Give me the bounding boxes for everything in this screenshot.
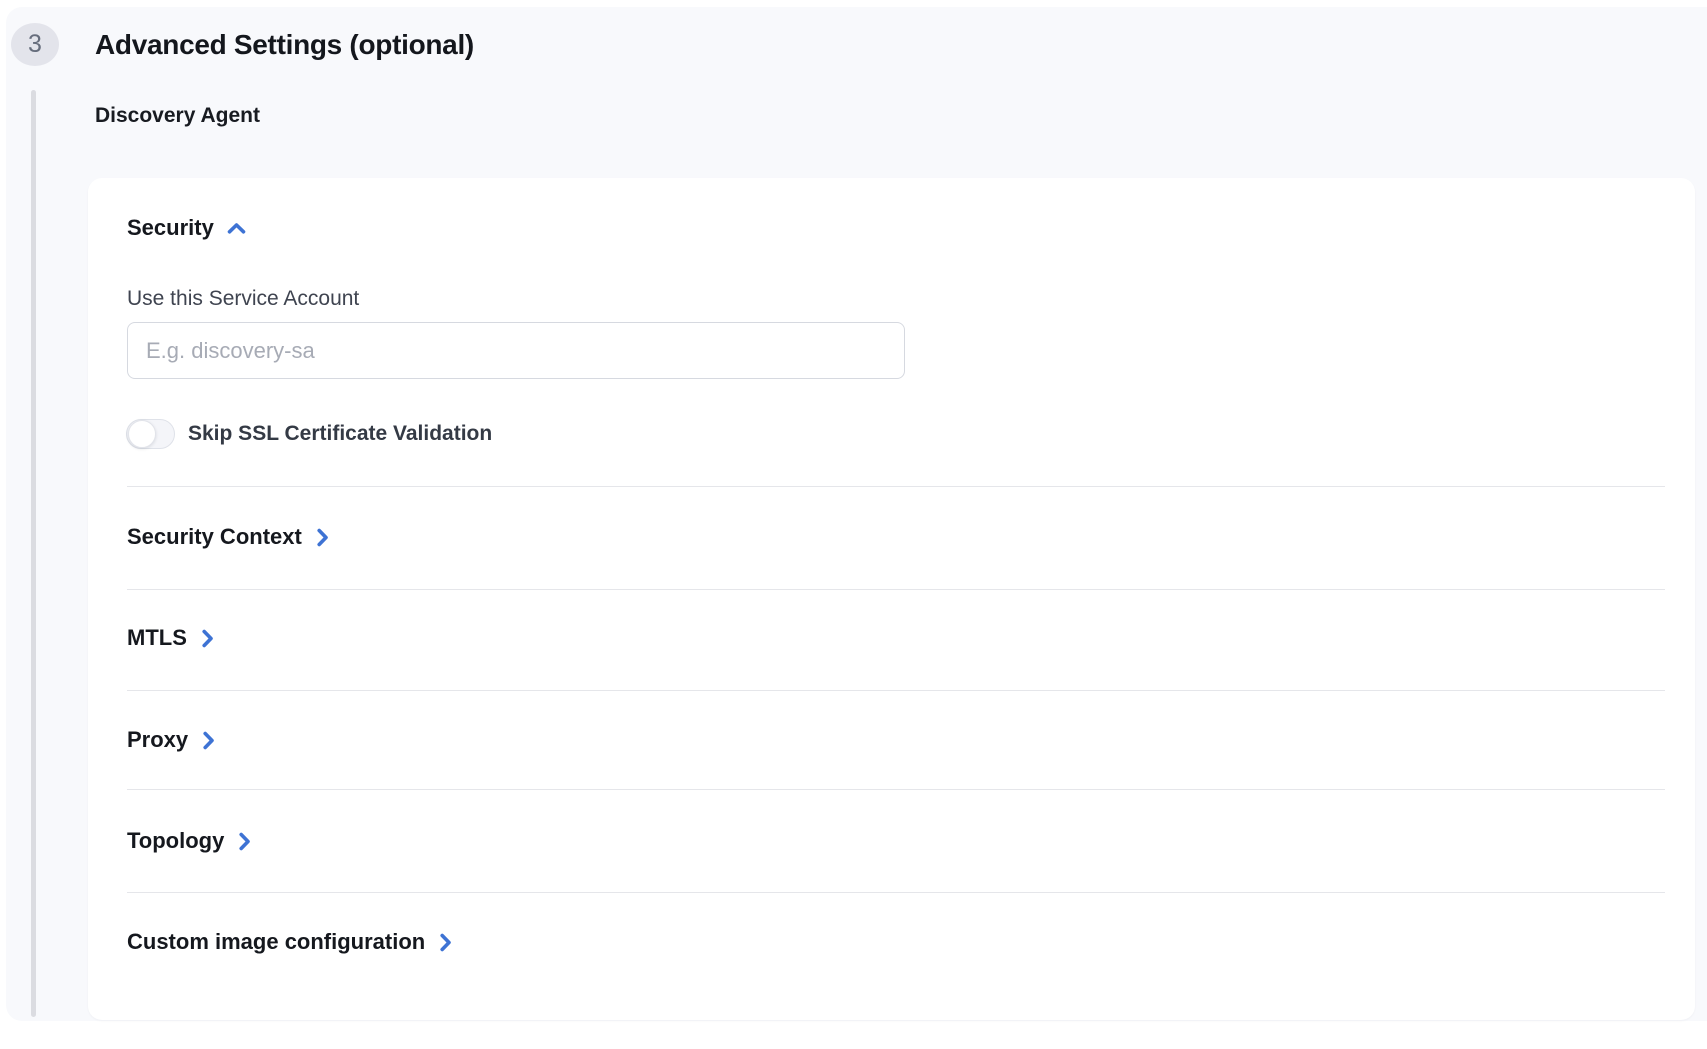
step-connector-line [31,90,36,1017]
skip-ssl-toggle[interactable] [126,419,175,449]
security-section-label: Security [127,215,214,241]
section-row-label: MTLS [127,625,187,651]
advanced-settings-step: 3 Advanced Settings (optional) Discovery… [0,0,1707,1049]
ssl-toggle-row: Skip SSL Certificate Validation [126,418,492,449]
skip-ssl-label: Skip SSL Certificate Validation [188,422,492,446]
section-subtitle: Discovery Agent [95,104,260,128]
step-number-badge: 3 [11,23,59,66]
section-row-topology[interactable]: Topology [127,826,251,856]
divider [127,589,1665,590]
section-row-mtls[interactable]: MTLS [127,623,214,653]
section-row-custom-image-configuration[interactable]: Custom image configuration [127,927,452,957]
section-row-proxy[interactable]: Proxy [127,725,215,755]
discovery-agent-card: Security Use this Service Account Skip S… [88,178,1695,1020]
section-row-security-context[interactable]: Security Context [127,522,329,552]
divider [127,486,1665,487]
service-account-label: Use this Service Account [127,287,359,311]
service-account-input[interactable] [127,322,905,379]
chevron-right-icon [316,528,329,547]
divider [127,892,1665,893]
divider [127,690,1665,691]
toggle-knob [128,420,156,448]
chevron-up-icon [227,222,246,235]
section-row-label: Proxy [127,727,188,753]
chevron-right-icon [201,629,214,648]
step-number: 3 [28,30,42,59]
chevron-right-icon [238,832,251,851]
section-row-label: Custom image configuration [127,929,425,955]
security-section-toggle[interactable]: Security [127,214,246,242]
page-title: Advanced Settings (optional) [95,29,474,61]
chevron-right-icon [439,933,452,952]
divider [127,789,1665,790]
chevron-right-icon [202,731,215,750]
section-row-label: Security Context [127,524,302,550]
section-row-label: Topology [127,828,224,854]
